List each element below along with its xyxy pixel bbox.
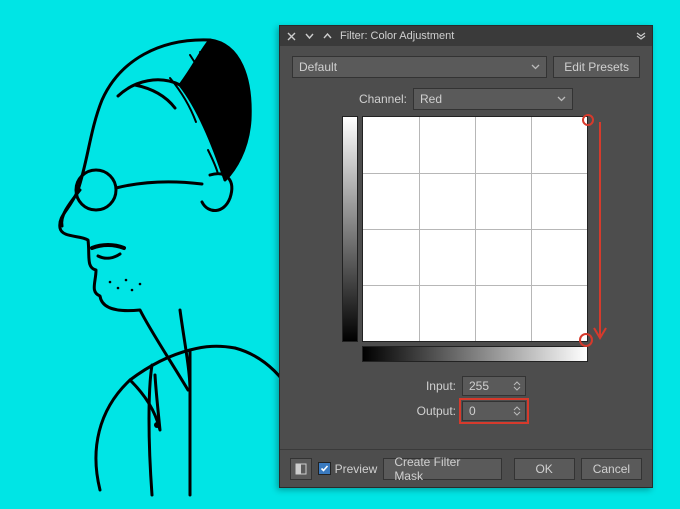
- grid-lines: [363, 117, 587, 341]
- dialog-title: Filter: Color Adjustment: [338, 30, 630, 42]
- titlebar: Filter: Color Adjustment: [280, 26, 652, 46]
- dialog-footer: Preview Create Filter Mask OK Cancel: [280, 449, 652, 487]
- chevron-down-icon: [557, 96, 566, 102]
- chevron-down-icon: [531, 64, 540, 70]
- channel-label: Channel:: [359, 92, 407, 106]
- checkbox-checked-icon: [318, 462, 331, 475]
- create-filter-mask-label: Create Filter Mask: [394, 455, 490, 483]
- spin-buttons[interactable]: [511, 402, 523, 420]
- edit-presets-button[interactable]: Edit Presets: [553, 56, 640, 78]
- input-spinbox[interactable]: 255: [462, 376, 526, 396]
- x-gradient-strip: [362, 346, 588, 362]
- preset-selected-value: Default: [299, 60, 337, 74]
- ok-label: OK: [535, 462, 552, 476]
- compare-toggle-button[interactable]: [290, 458, 312, 480]
- ok-button[interactable]: OK: [514, 458, 575, 480]
- preview-checkbox[interactable]: Preview: [318, 462, 378, 476]
- y-gradient-strip: [342, 116, 358, 342]
- preset-select[interactable]: Default: [292, 56, 547, 78]
- color-adjustment-dialog: Filter: Color Adjustment Default Edit Pr…: [279, 25, 653, 488]
- collapse-up-icon[interactable]: [320, 29, 334, 43]
- pin-icon[interactable]: [634, 29, 648, 43]
- channel-selected-value: Red: [420, 92, 442, 106]
- output-label: Output:: [406, 404, 456, 418]
- input-label: Input:: [406, 379, 456, 393]
- collapse-down-icon[interactable]: [302, 29, 316, 43]
- canvas-illustration: [40, 30, 300, 500]
- create-filter-mask-button[interactable]: Create Filter Mask: [383, 458, 501, 480]
- close-icon[interactable]: [284, 29, 298, 43]
- spin-buttons[interactable]: [511, 377, 523, 395]
- curve-editor[interactable]: [342, 116, 590, 364]
- curve-grid[interactable]: [362, 116, 588, 342]
- channel-select[interactable]: Red: [413, 88, 573, 110]
- edit-presets-label: Edit Presets: [564, 60, 629, 74]
- cancel-button[interactable]: Cancel: [581, 458, 642, 480]
- output-spinbox[interactable]: 0: [462, 401, 526, 421]
- preview-label: Preview: [335, 462, 378, 476]
- output-value: 0: [469, 404, 476, 418]
- input-value: 255: [469, 379, 489, 393]
- cancel-label: Cancel: [593, 462, 630, 476]
